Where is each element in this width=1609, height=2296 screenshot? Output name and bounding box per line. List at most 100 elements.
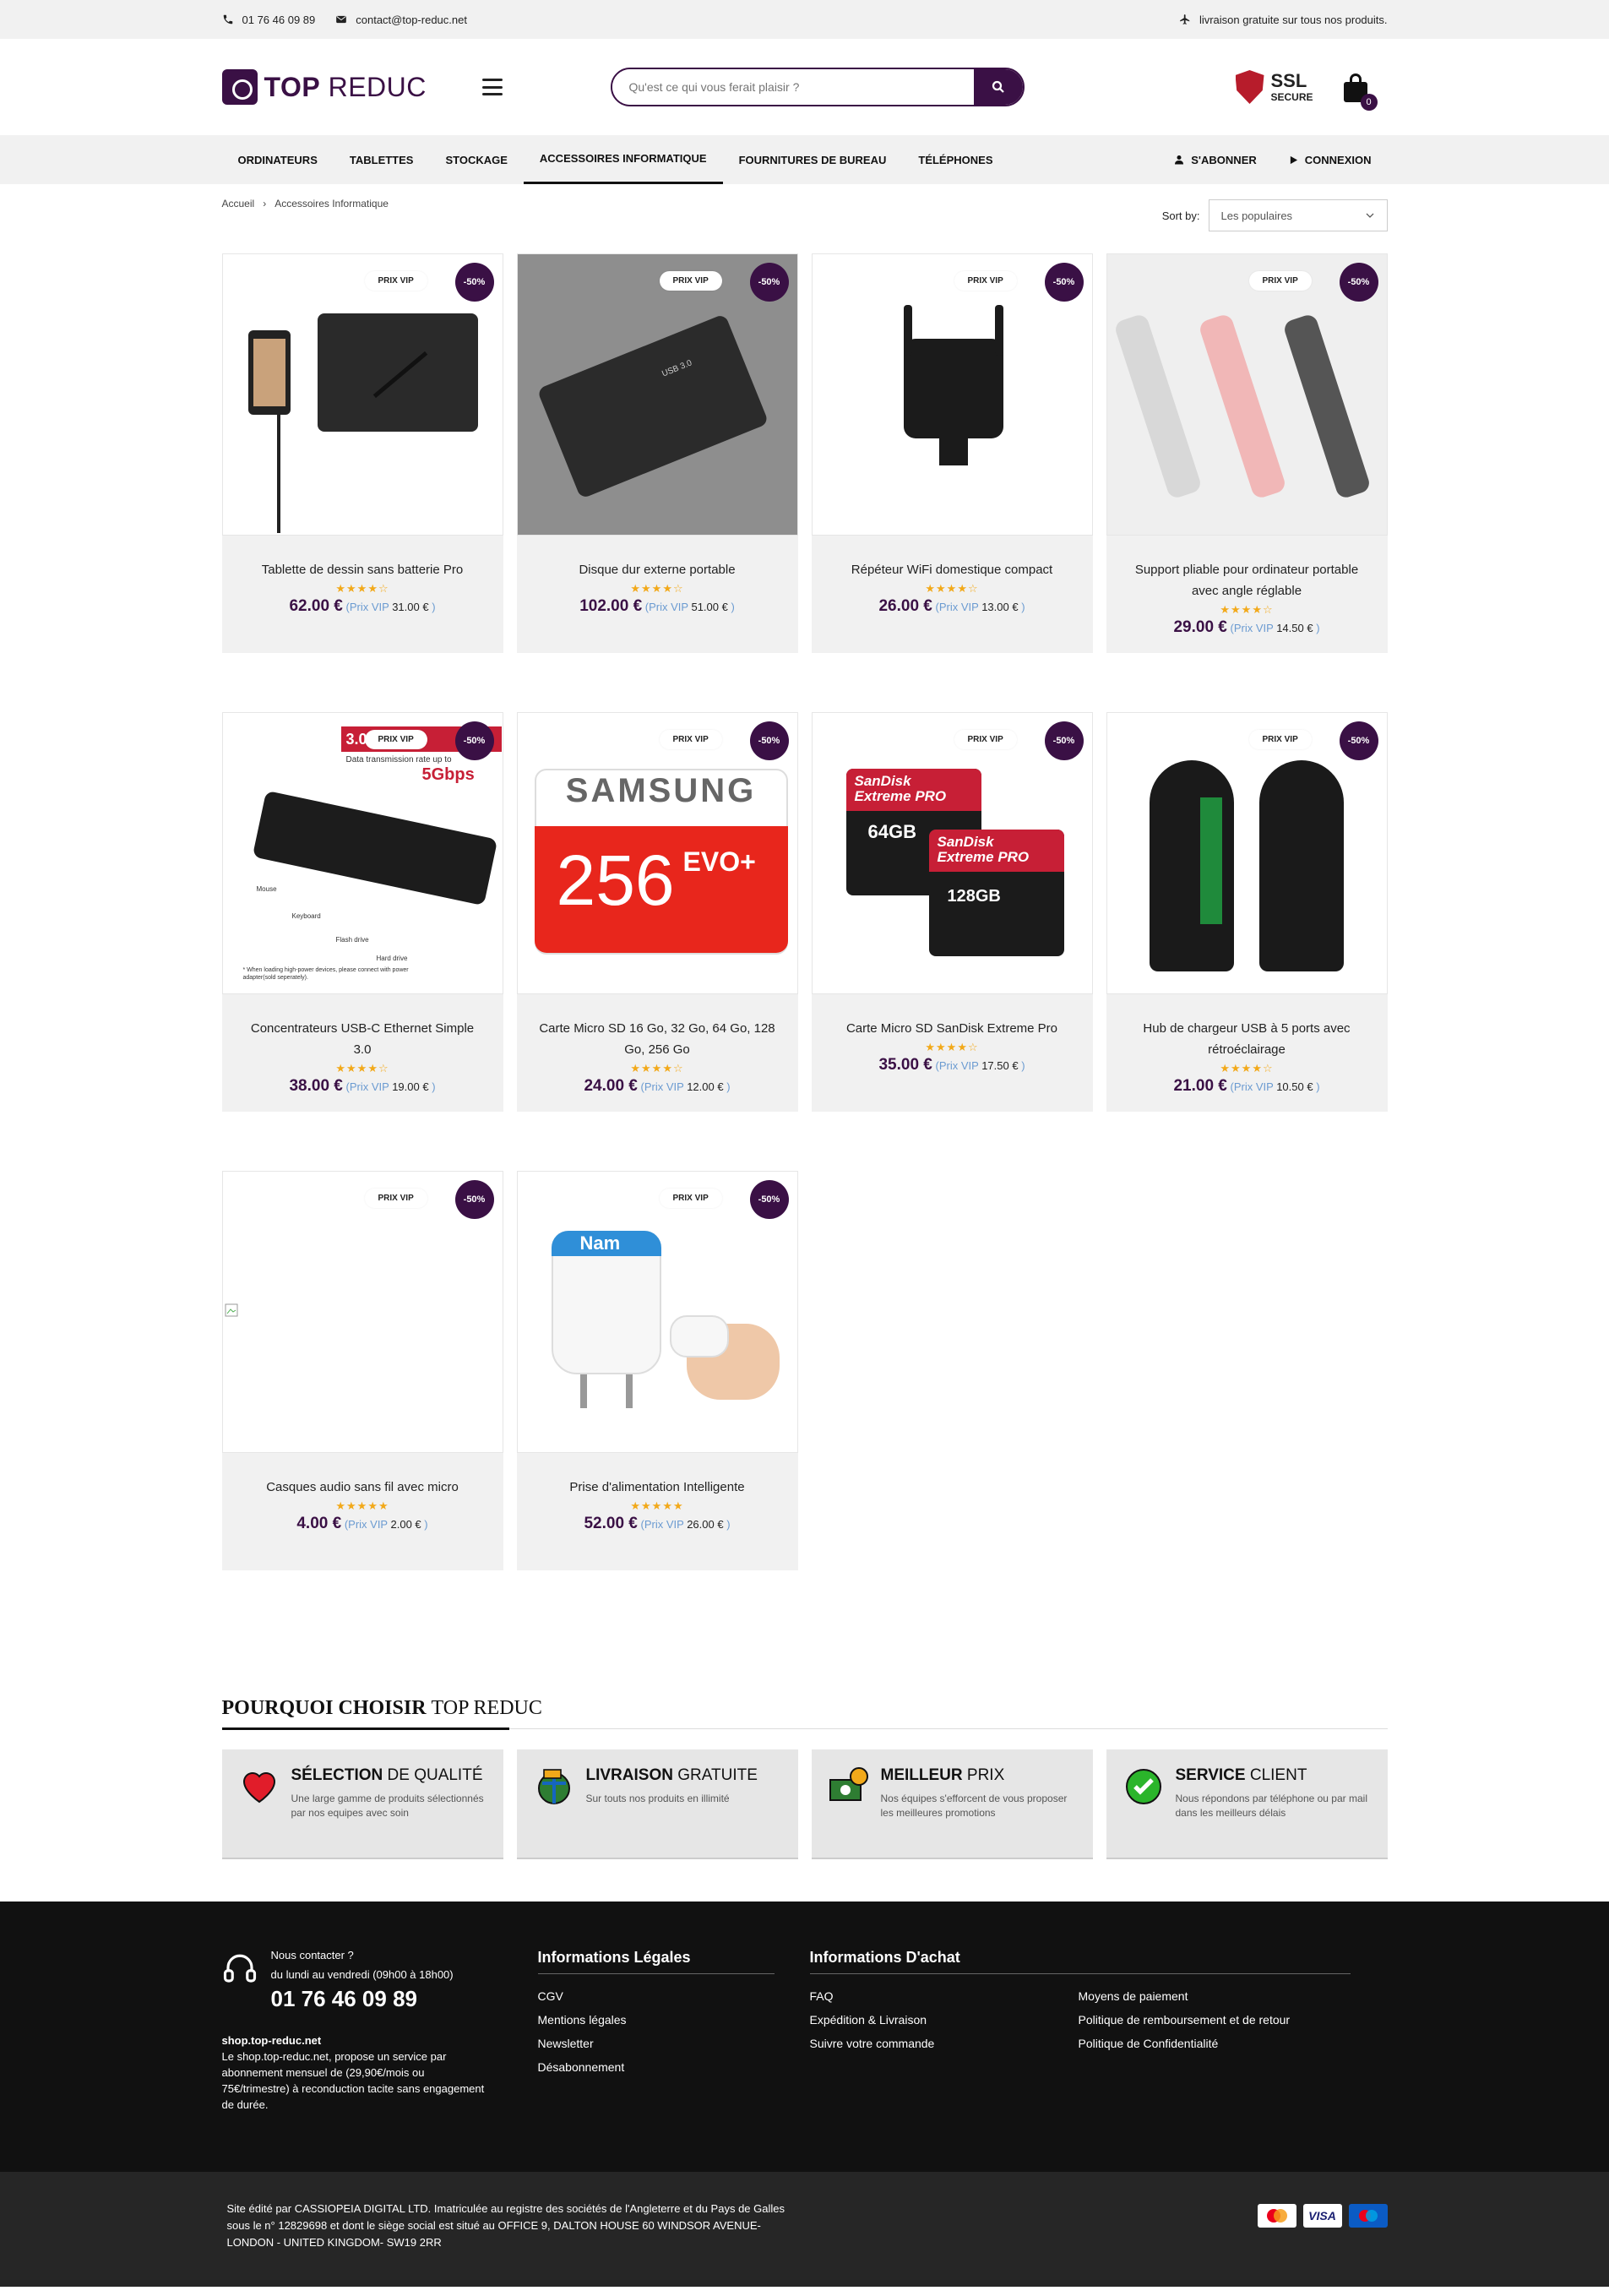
vip-price: 13.00 € — [981, 601, 1019, 613]
vip-close: ) — [726, 1518, 731, 1531]
why-section: POURQUOI CHOISIR TOP REDUC SÉLECTION DE … — [221, 1697, 1388, 1859]
contact-hours: du lundi au vendredi (09h00 à 18h00) — [270, 1968, 454, 1981]
product-price: 38.00 € (Prix VIP 19.00 € ) — [222, 1077, 503, 1096]
product-name[interactable]: Carte Micro SD SanDisk Extreme Pro — [812, 1018, 1093, 1039]
product-price: 102.00 € (Prix VIP 51.00 € ) — [517, 597, 798, 616]
vip-close: ) — [1021, 601, 1025, 613]
vip-close: ) — [432, 601, 436, 613]
footer-link-faq[interactable]: FAQ — [810, 1984, 1079, 2008]
footer-link-remboursement[interactable]: Politique de remboursement et de retour — [1079, 2008, 1347, 2032]
nav-fournitures-de-bureau[interactable]: FOURNITURES DE BUREAU — [723, 135, 903, 184]
product-card[interactable]: SAMSUNG 256 EVO+ PRIX VIP -50% Carte Mic… — [516, 712, 798, 1112]
chevron-right-icon: › — [263, 198, 267, 209]
product-card[interactable]: PRIX VIP -50% Hub de chargeur USB à 5 po… — [1106, 712, 1388, 1112]
vip-close: ) — [424, 1518, 428, 1531]
sort-select[interactable]: Les populaires — [1208, 199, 1388, 231]
nav-ordinateurs[interactable]: ORDINATEURS — [222, 135, 334, 184]
product-card[interactable]: 3.0 USB 3 Data transmission rate up to 5… — [221, 712, 503, 1112]
product-card[interactable]: USB 3.0 PRIX VIP -50% Disque dur externe… — [516, 253, 798, 653]
product-card[interactable]: PRIX VIP -50% Casques audio sans fil ave… — [221, 1171, 503, 1570]
product-price: 62.00 € (Prix VIP 31.00 € ) — [222, 597, 503, 616]
product-name[interactable]: Concentrateurs USB-C Ethernet Simple 3.0 — [222, 1018, 503, 1060]
nav-telephones[interactable]: TÉLÉPHONES — [902, 135, 1008, 184]
footer-link-paiement[interactable]: Moyens de paiement — [1079, 1984, 1347, 2008]
product-price: 35.00 € (Prix VIP 17.50 € ) — [812, 1056, 1093, 1075]
listing-toolbar: Accueil › Accessoires Informatique Sort … — [222, 184, 1388, 253]
product-image[interactable]: PRIX VIP -50% — [1106, 253, 1388, 536]
product-name[interactable]: Disque dur externe portable — [517, 559, 798, 580]
broken-image-icon — [225, 1303, 237, 1317]
vip-price: 10.50 € — [1276, 1080, 1313, 1093]
product-image[interactable]: SanDisk Extreme PRO 64GB SanDisk Extreme P… — [811, 712, 1093, 994]
product-image[interactable]: SAMSUNG 256 EVO+ PRIX VIP -50% — [516, 712, 798, 994]
product-name[interactable]: Carte Micro SD 16 Go, 32 Go, 64 Go, 128 … — [517, 1018, 798, 1060]
product-name[interactable]: Répéteur WiFi domestique compact — [812, 559, 1093, 580]
payment-methods: VISA — [1257, 2204, 1388, 2251]
breadcrumb-home[interactable]: Accueil — [222, 198, 255, 209]
search-bar — [610, 68, 1025, 106]
topbar-phone[interactable]: 01 76 46 09 89 — [222, 13, 316, 26]
subscribe-link[interactable]: S'ABONNER — [1158, 135, 1273, 184]
product-card[interactable]: PRIX VIP -50% Répéteur WiFi domestique c… — [811, 253, 1093, 653]
footer-site: shop.top-reduc.net — [221, 2034, 322, 2047]
vip-badge: PRIX VIP — [1248, 730, 1312, 749]
mastercard-icon — [1257, 2204, 1296, 2228]
footer-link-newsletter[interactable]: Newsletter — [538, 2032, 810, 2055]
why-card-price: MEILLEUR PRIX Nos équipes s'efforcent de … — [811, 1749, 1093, 1859]
footer-link-confidentialite[interactable]: Politique de Confidentialité — [1079, 2032, 1347, 2055]
nav-tablettes[interactable]: TABLETTES — [334, 135, 430, 184]
product-image[interactable]: PRIX VIP -50% — [221, 1171, 503, 1453]
vip-label: (Prix VIP — [344, 1518, 388, 1531]
login-link[interactable]: CONNEXION — [1273, 135, 1388, 184]
product-price: 4.00 € (Prix VIP 2.00 € ) — [222, 1515, 503, 1533]
logo[interactable]: TOP REDUC — [221, 69, 476, 105]
footer-link-expedition[interactable]: Expédition & Livraison — [810, 2008, 1079, 2032]
vip-price: 51.00 € — [691, 601, 728, 613]
product-name[interactable]: Hub de chargeur USB à 5 ports avec rétro… — [1106, 1018, 1388, 1060]
menu-icon[interactable] — [481, 79, 503, 95]
footer-phone[interactable]: 01 76 46 09 89 — [271, 1986, 454, 2012]
nav-accessoires-informatique[interactable]: ACCESSOIRES INFORMATIQUE — [523, 135, 723, 184]
product-card[interactable]: PRIX VIP -50% Tablette de dessin sans ba… — [221, 253, 503, 653]
money-icon — [829, 1767, 868, 1801]
cart-button[interactable]: 0 — [1342, 72, 1378, 111]
footer-link-suivi[interactable]: Suivre votre commande — [810, 2032, 1079, 2055]
topbar-phone-text: 01 76 46 09 89 — [242, 13, 316, 26]
product-name[interactable]: Prise d'alimentation Intelligente — [517, 1477, 798, 1498]
footer-link-mentions[interactable]: Mentions légales — [538, 2008, 810, 2032]
vip-close: ) — [1021, 1059, 1025, 1072]
product-image[interactable]: PRIX VIP -50% — [221, 253, 503, 536]
vip-label: (Prix VIP — [935, 601, 979, 613]
price-value: 38.00 € — [289, 1077, 343, 1095]
footer-link-cgv[interactable]: CGV — [538, 1984, 810, 2008]
product-card[interactable]: SanDisk Extreme PRO 64GB SanDisk Extreme P… — [811, 712, 1093, 1112]
vip-label: (Prix VIP — [345, 1080, 389, 1093]
search-button[interactable] — [973, 69, 1023, 105]
product-card[interactable]: Nam PRIX VIP -50% Prise d'alimentation I… — [516, 1171, 798, 1570]
product-image[interactable]: USB 3.0 PRIX VIP -50% — [516, 253, 798, 536]
product-image[interactable]: PRIX VIP -50% — [811, 253, 1093, 536]
star-rating-icon: ★★★★☆ — [630, 1062, 684, 1075]
product-name[interactable]: Tablette de dessin sans batterie Pro — [222, 559, 503, 580]
price-value: 52.00 € — [584, 1515, 638, 1532]
nav-stockage[interactable]: STOCKAGE — [429, 135, 523, 184]
topbar-email[interactable]: contact@top-reduc.net — [335, 14, 467, 26]
vip-badge: PRIX VIP — [954, 271, 1017, 291]
price-value: 26.00 € — [878, 597, 932, 615]
vip-label: (Prix VIP — [644, 601, 688, 613]
product-card[interactable]: PRIX VIP -50% Support pliable pour ordin… — [1106, 253, 1388, 653]
product-image[interactable]: 3.0 USB 3 Data transmission rate up to 5… — [221, 712, 503, 994]
star-rating-icon: ★★★★★ — [630, 1499, 684, 1512]
product-name[interactable]: Support pliable pour ordinateur portable… — [1106, 559, 1388, 601]
vip-label: (Prix VIP — [640, 1518, 684, 1531]
top-bar: 01 76 46 09 89 contact@top-reduc.net liv… — [0, 0, 1609, 39]
product-price: 29.00 € (Prix VIP 14.50 € ) — [1106, 618, 1388, 637]
footer-link-desabonnement[interactable]: Désabonnement — [538, 2055, 810, 2079]
vip-price: 26.00 € — [687, 1518, 724, 1531]
vip-badge: PRIX VIP — [659, 730, 722, 749]
product-image[interactable]: Nam PRIX VIP -50% — [516, 1171, 798, 1453]
product-image[interactable]: PRIX VIP -50% — [1106, 712, 1388, 994]
star-rating-icon: ★★★★☆ — [630, 582, 684, 595]
product-name[interactable]: Casques audio sans fil avec micro — [222, 1477, 503, 1498]
search-input[interactable] — [612, 69, 974, 105]
